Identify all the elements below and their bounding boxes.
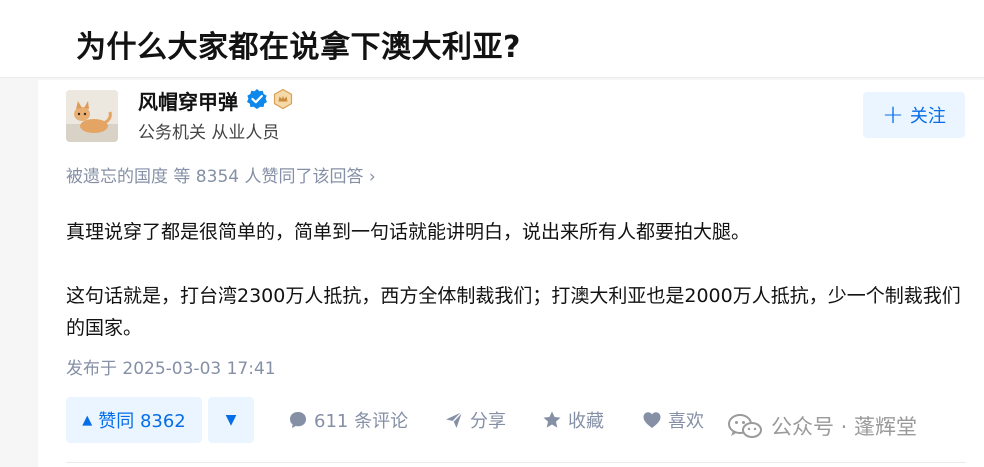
share-icon	[446, 411, 463, 428]
comment-icon	[290, 412, 306, 428]
answer-paragraph: 真理说穿了都是很简单的，简单到一句话就能讲明白，说出来所有人都要拍大腿。	[66, 221, 751, 243]
favorite-label: 收藏	[568, 411, 604, 432]
author-badges	[246, 88, 294, 110]
like-button[interactable]: 喜欢	[642, 397, 704, 443]
follow-label: 关注	[909, 106, 946, 127]
vote-down-button[interactable]: ▼	[208, 397, 254, 443]
vote-up-button[interactable]: ▲ 赞同 8362	[66, 397, 202, 443]
triangle-down-icon: ▼	[225, 412, 237, 428]
cat-avatar-image	[66, 90, 118, 142]
vote-up-label: 赞同 8362	[98, 411, 186, 432]
comment-button[interactable]: 611 条评论	[288, 397, 408, 443]
creator-level-icon[interactable]	[272, 88, 294, 110]
divider	[66, 462, 966, 463]
avatar[interactable]	[66, 90, 118, 142]
author-name[interactable]: 风帽穿甲弹	[138, 86, 238, 115]
answer-paragraph: 这句话就是，打台湾2300万人抵抗，西方全体制裁我们；打澳大利亚也是2000万人…	[66, 285, 961, 339]
author-bio: 公务机关 从业人员	[138, 123, 280, 143]
question-header: 为什么大家都在说拿下澳大利亚?	[0, 0, 984, 78]
heart-icon	[643, 412, 661, 428]
watermark: 公众号 · 蓬辉堂	[727, 411, 917, 441]
triangle-up-icon: ▲	[82, 412, 93, 428]
follow-button[interactable]: + 关注	[863, 92, 965, 138]
plus-icon: +	[882, 100, 904, 130]
wechat-icon	[728, 414, 762, 438]
publish-time[interactable]: 发布于 2025-03-03 17:41	[66, 354, 276, 379]
question-title[interactable]: 为什么大家都在说拿下澳大利亚?	[76, 22, 521, 66]
answer-card: 风帽穿甲弹 公务机关 从业人员 + 关注 被遗忘的国度 等 8354 人赞同了该…	[38, 80, 984, 467]
verified-icon[interactable]	[246, 88, 268, 110]
star-icon	[543, 411, 561, 428]
voters-link[interactable]: 被遗忘的国度 等 8354 人赞同了该回答 ›	[66, 162, 376, 187]
favorite-button[interactable]: 收藏	[542, 397, 604, 443]
share-button[interactable]: 分享	[444, 397, 506, 443]
like-label: 喜欢	[668, 411, 704, 432]
comment-label: 611 条评论	[314, 411, 409, 432]
share-label: 分享	[470, 411, 506, 432]
watermark-text: 公众号 · 蓬辉堂	[771, 415, 918, 439]
